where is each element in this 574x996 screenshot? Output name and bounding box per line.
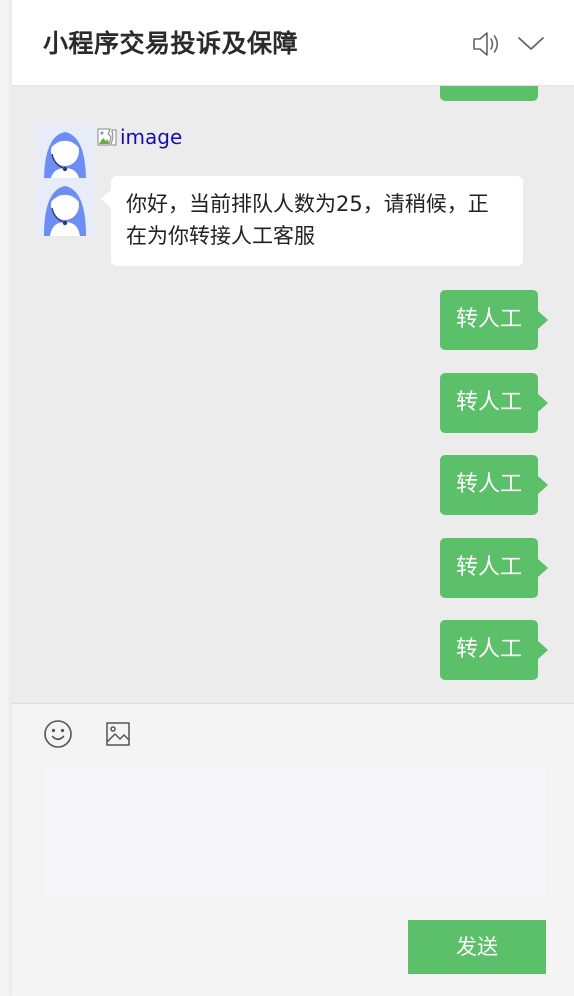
broken-image-alt: image [120,125,183,149]
image-icon[interactable] [102,718,134,750]
user-message-bubble: 转人工 [440,538,548,598]
chat-header: 小程序交易投诉及保障 [12,0,574,86]
chevron-down-icon[interactable] [515,28,547,60]
chat-window: 小程序交易投诉及保障 image 你好，当前排队人数为25，请稍候，正在为你转接… [12,0,574,996]
message-composer: 发送 [12,703,574,996]
user-message-bubble: 转人工 [440,290,548,350]
message-list[interactable]: image 你好，当前排队人数为25，请稍候，正在为你转接人工客服 转人工 转人… [12,86,574,703]
agent-avatar [36,178,94,236]
user-message-bubble: 转人工 [440,455,548,515]
agent-avatar [36,124,94,182]
emoji-icon[interactable] [42,718,74,750]
page-title: 小程序交易投诉及保障 [43,29,299,58]
broken-image[interactable]: image [96,124,182,150]
user-message-bubble: 转人工 [440,373,548,433]
user-message-bubble: 转人工 [440,620,548,680]
send-button[interactable]: 发送 [408,920,546,974]
user-message-bubble-partial [440,86,538,101]
speaker-icon[interactable] [470,28,502,60]
agent-message-bubble: 你好，当前排队人数为25，请稍候，正在为你转接人工客服 [101,176,523,266]
message-input[interactable] [44,764,546,898]
broken-image-icon [96,126,118,148]
